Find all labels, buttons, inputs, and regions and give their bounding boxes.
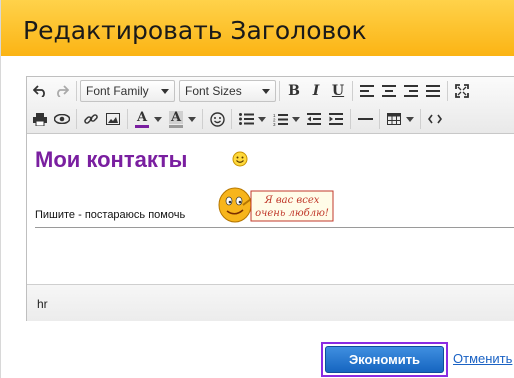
toolbar-separator xyxy=(127,109,128,129)
toolbar-separator xyxy=(447,81,448,101)
chevron-down-icon[interactable] xyxy=(188,116,196,122)
love-you-sticker-icon: Я вас всех очень люблю! xyxy=(218,187,334,223)
horizontal-rule-icon[interactable] xyxy=(354,108,376,130)
font-family-label: Font Family xyxy=(86,84,149,98)
bold-icon[interactable]: B xyxy=(283,80,305,102)
content-paragraph: Пишите - постараюсь помочь xyxy=(35,209,186,221)
chevron-down-icon[interactable] xyxy=(258,116,266,122)
toolbar-separator xyxy=(352,81,353,101)
toolbar-separator xyxy=(231,109,232,129)
chevron-down-icon[interactable] xyxy=(154,116,162,122)
chevron-down-icon[interactable] xyxy=(292,116,300,122)
editor-statusbar: hr xyxy=(27,284,514,321)
horizontal-rule xyxy=(35,227,514,228)
editor-content-area[interactable]: Мои контакты Я вас всех очень люблю! Пиш… xyxy=(27,135,514,283)
bg-color-letter: A xyxy=(168,109,184,125)
chevron-down-icon[interactable] xyxy=(406,116,414,122)
toolbar-separator xyxy=(76,81,77,101)
chevron-down-icon xyxy=(161,89,169,94)
text-color-icon[interactable]: A xyxy=(131,108,153,130)
toolbar-separator xyxy=(350,109,351,129)
italic-icon[interactable]: I xyxy=(305,80,327,102)
undo-icon[interactable] xyxy=(29,80,51,102)
save-button[interactable]: Экономить xyxy=(325,346,444,373)
link-icon[interactable] xyxy=(80,108,102,130)
toolbar-separator xyxy=(202,109,203,129)
text-color-letter: A xyxy=(136,109,148,125)
font-sizes-label: Font Sizes xyxy=(185,84,242,98)
fullscreen-icon[interactable] xyxy=(451,80,473,102)
svg-text:3: 3 xyxy=(273,122,276,126)
underline-icon[interactable]: U xyxy=(327,80,349,102)
toolbar-row-1: Font Family Font Sizes B I U xyxy=(29,79,473,103)
element-path[interactable]: hr xyxy=(37,297,48,311)
content-heading: Мои контакты xyxy=(35,147,188,172)
background-color-icon[interactable]: A xyxy=(165,108,187,130)
table-icon[interactable] xyxy=(383,108,405,130)
rich-text-editor: Font Family Font Sizes B I U A A 1 2 3 М… xyxy=(26,76,514,321)
cancel-link[interactable]: Отменить xyxy=(453,351,512,366)
sticker-line-2: очень люблю! xyxy=(255,208,329,219)
image-icon[interactable] xyxy=(102,108,124,130)
justify-icon[interactable] xyxy=(422,80,444,102)
toolbar-row-2: A A 123 xyxy=(29,107,446,131)
sticker-line-1: Я вас всех xyxy=(264,195,320,206)
font-sizes-select[interactable]: Font Sizes xyxy=(179,80,276,102)
preview-icon[interactable] xyxy=(51,108,73,130)
editor-toolbar: Font Family Font Sizes B I U A A 1 2 3 xyxy=(27,77,514,134)
align-right-icon[interactable] xyxy=(400,80,422,102)
align-left-icon[interactable] xyxy=(356,80,378,102)
bg-color-swatch xyxy=(169,124,183,128)
code-icon[interactable] xyxy=(424,108,446,130)
smiley-emoticon-icon xyxy=(232,151,248,167)
align-center-icon[interactable] xyxy=(378,80,400,102)
toolbar-separator xyxy=(420,109,421,129)
print-icon[interactable] xyxy=(29,108,51,130)
chevron-down-icon xyxy=(262,89,270,94)
edit-title-dialog: Редактировать Заголовок Font Family Font… xyxy=(0,0,514,378)
toolbar-separator xyxy=(279,81,280,101)
emoticon-icon[interactable] xyxy=(206,108,228,130)
outdent-icon[interactable] xyxy=(303,108,325,130)
toolbar-separator xyxy=(379,109,380,129)
dialog-titlebar: Редактировать Заголовок xyxy=(1,0,514,56)
redo-icon[interactable] xyxy=(51,80,73,102)
font-family-select[interactable]: Font Family xyxy=(80,80,175,102)
numbered-list-icon[interactable]: 123 xyxy=(269,108,291,130)
bullet-list-icon[interactable] xyxy=(235,108,257,130)
dialog-title: Редактировать Заголовок xyxy=(23,16,367,45)
indent-icon[interactable] xyxy=(325,108,347,130)
text-color-swatch xyxy=(135,124,149,128)
save-button-focus-ring: Экономить xyxy=(321,342,448,377)
toolbar-separator xyxy=(76,109,77,129)
